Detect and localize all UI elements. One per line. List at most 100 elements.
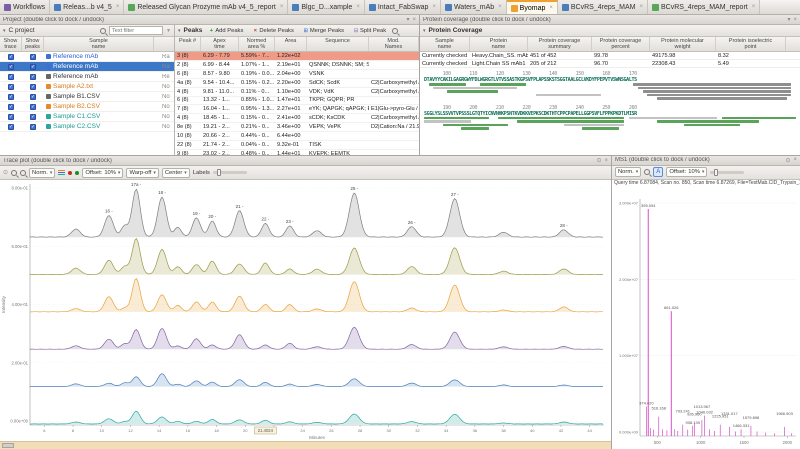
peak-label[interactable]: 16 - xyxy=(105,209,113,214)
trace-colors-icon[interactable] xyxy=(58,170,66,175)
peptide-coverage-bar[interactable] xyxy=(517,120,624,123)
trace-orange[interactable] xyxy=(30,277,604,313)
peptide-coverage-bar[interactable] xyxy=(628,116,717,120)
show-peaks-checkbox[interactable]: ✓ xyxy=(30,73,36,80)
peak-row[interactable]: 3 (8) 6.29 - 7.79 5.59% - 7... 1.22e+02 xyxy=(175,52,419,61)
project-panel-titlebar[interactable]: Project (double click to dock / undock) … xyxy=(0,15,419,25)
show-peaks-checkbox[interactable]: ✓ xyxy=(30,93,36,100)
show-trace-checkbox[interactable]: ✓ xyxy=(8,123,14,130)
project-row[interactable]: ✓ ✓ Sample A2.txt No xyxy=(0,82,174,93)
peak-label[interactable]: 18 - xyxy=(158,190,166,195)
peptide-coverage-bar[interactable] xyxy=(424,116,490,120)
peak-row[interactable]: 8e (8) 19.21 - 2... 0.21% - 0... 3.46e+00 VE… xyxy=(175,123,419,133)
trace-blue[interactable] xyxy=(29,373,604,387)
peptide-coverage-bar[interactable] xyxy=(642,90,792,93)
peak-row[interactable]: 4 (8) 18.45 - 1... 0.15% - 0... 2.41e+00 sCD… xyxy=(175,114,419,124)
column-header[interactable]: Sample name xyxy=(420,37,470,52)
tab-intact-fabswap[interactable]: Intact_FabSwap × xyxy=(364,0,441,14)
column-header[interactable]: Protein name xyxy=(470,37,528,52)
red-dot-icon[interactable] xyxy=(68,170,73,175)
peptide-coverage-bar[interactable] xyxy=(582,127,620,130)
project-row[interactable]: ✓ ✓ Sample C1.CSV No xyxy=(0,112,174,123)
pin-icon[interactable]: ⊙ xyxy=(596,157,601,164)
peak-row[interactable]: 9 (8) 23.02 - 2... 0.48% - 0... 1.44e+01 KVE… xyxy=(175,150,419,155)
offset-select[interactable]: Offset: 10% ▾ xyxy=(666,167,708,178)
green-dot-icon[interactable] xyxy=(75,170,80,175)
zoom-in-icon[interactable] xyxy=(644,169,651,176)
show-trace-checkbox[interactable]: ✓ xyxy=(8,63,14,70)
tab-blgc-d-xample[interactable]: Blgc_D...xample × xyxy=(288,0,365,14)
tab-close-icon[interactable]: × xyxy=(752,4,756,10)
delete-peaks-button[interactable]: × Delete Peaks xyxy=(249,27,296,35)
tab-released-glycan-prozyme-mab-v4-5-report[interactable]: Released Glycan Prozyme mAb v4_5_report × xyxy=(124,0,289,14)
merge-peaks-button[interactable]: ⊞ Merge Peaks xyxy=(300,27,347,35)
tab-close-icon[interactable]: × xyxy=(116,4,120,10)
text-filter-input[interactable] xyxy=(112,27,161,34)
ms1-slider[interactable] xyxy=(710,168,745,176)
ms1-chart[interactable]: 3.000e+07 2.000e+07 1.000e+07 0.000e+00 500 1… xyxy=(612,189,800,449)
peptide-coverage-bar[interactable] xyxy=(721,116,796,120)
warp-select[interactable]: Warp-off ▾ xyxy=(126,167,159,178)
peptide-coverage-bar[interactable] xyxy=(656,120,759,123)
zoom-in-icon[interactable] xyxy=(11,169,18,176)
show-trace-checkbox[interactable]: ✓ xyxy=(8,83,14,90)
peptide-coverage-bar[interactable] xyxy=(684,123,741,127)
tab-releas-b-v4-5[interactable]: Releas...b v4_5 × xyxy=(50,0,125,14)
filter-icon[interactable]: ▼ xyxy=(166,28,171,34)
show-peaks-checkbox[interactable]: ✓ xyxy=(30,103,36,110)
peak-row[interactable]: 7 (8) 16.04 - 1... 0.95% - 1.3... 2.27e+01 e… xyxy=(175,105,419,115)
peptide-coverage-bar[interactable] xyxy=(633,83,792,86)
peak-row[interactable]: 4a (8) 9.54 - 10.4... 0.15% - 0.2... 2.20e+… xyxy=(175,79,419,88)
peptide-coverage-bar[interactable] xyxy=(433,86,517,90)
show-trace-checkbox[interactable]: ✓ xyxy=(8,53,14,60)
peak-label[interactable]: 20 - xyxy=(208,214,216,219)
norm-select[interactable]: Norm. ▾ xyxy=(615,167,642,178)
peptide-coverage-bar[interactable] xyxy=(563,123,624,127)
close-icon[interactable]: × xyxy=(604,158,608,164)
search-icon[interactable] xyxy=(100,27,107,34)
column-header[interactable]: Protein coverage percent xyxy=(592,37,650,52)
tab-close-icon[interactable]: × xyxy=(356,4,360,10)
labels-slider[interactable] xyxy=(212,169,247,176)
collapse-icon[interactable]: ▾ xyxy=(423,28,426,34)
peptide-coverage-bar[interactable] xyxy=(447,90,499,93)
tab-byomap[interactable]: Byomap × xyxy=(506,0,558,14)
column-header[interactable]: Protein coverage summary xyxy=(528,37,592,52)
collapse-icon[interactable]: ▾ xyxy=(178,28,181,34)
coverage-row[interactable]: Currently checked Light.Chain SS mAb1 205 … xyxy=(420,60,800,69)
peak-row[interactable]: 4 (8) 9.81 - 11.0... 0.11% - 0... 1.10e+00 V… xyxy=(175,88,419,97)
peak-label[interactable]: 25 - xyxy=(350,186,358,191)
project-row[interactable]: ✓ ✓ Reference mAb Re xyxy=(0,72,174,83)
coverage-row[interactable]: Currently checked Heavy.Chain_SS. mAb1 451… xyxy=(420,52,800,61)
trace-olive[interactable] xyxy=(29,238,604,275)
column-header[interactable]: Sample name xyxy=(44,37,154,52)
column-header[interactable]: Mod. Names xyxy=(369,37,419,52)
show-trace-checkbox[interactable]: ✓ xyxy=(8,103,14,110)
trace-plot-chart[interactable]: 8.00e-01 6.00e-01 4.00e-01 2.00e-01 0.00e+00… xyxy=(0,180,610,441)
peptide-coverage-bar[interactable] xyxy=(656,97,787,100)
ms1-titlebar[interactable]: MS1 (double click to dock / undock) ⊙ × xyxy=(612,156,800,166)
peak-label[interactable]: 28 - xyxy=(560,223,568,228)
collapse-icon[interactable]: ▾ xyxy=(3,28,6,34)
peptide-coverage-bar[interactable] xyxy=(442,123,508,127)
peak-label[interactable]: 22 - xyxy=(261,217,269,222)
peptide-coverage-bar[interactable] xyxy=(637,86,792,90)
column-header[interactable]: Show peaks xyxy=(22,37,44,52)
column-header[interactable]: Show trace xyxy=(0,37,22,52)
close-icon[interactable]: × xyxy=(793,157,797,163)
time-marker-label[interactable]: 21.4024 xyxy=(258,428,274,433)
tab-close-icon[interactable]: × xyxy=(432,4,436,10)
peptide-coverage-bar[interactable] xyxy=(461,127,490,130)
trace-purple[interactable] xyxy=(29,326,604,350)
close-icon[interactable]: × xyxy=(793,17,797,23)
peak-label[interactable]: 23 - xyxy=(286,219,294,224)
show-peaks-checkbox[interactable]: ✓ xyxy=(30,83,36,90)
peptide-coverage-bar[interactable] xyxy=(535,93,601,97)
project-row[interactable]: ✓ ✓ Sample B2.CSV No xyxy=(0,102,174,113)
annotate-button[interactable]: A xyxy=(653,167,664,178)
peak-row[interactable]: 6 (8) 13.32 - 1... 0.85% - 1.0... 1.47e+01 T… xyxy=(175,97,419,106)
peptide-coverage-bar[interactable] xyxy=(498,116,624,120)
tab-bcvrs-4reps-mam-report[interactable]: BCvRS_4reps_MAM_report × xyxy=(647,0,761,14)
float-icon[interactable]: ▾ xyxy=(406,16,409,23)
show-trace-checkbox[interactable]: ✓ xyxy=(8,93,14,100)
